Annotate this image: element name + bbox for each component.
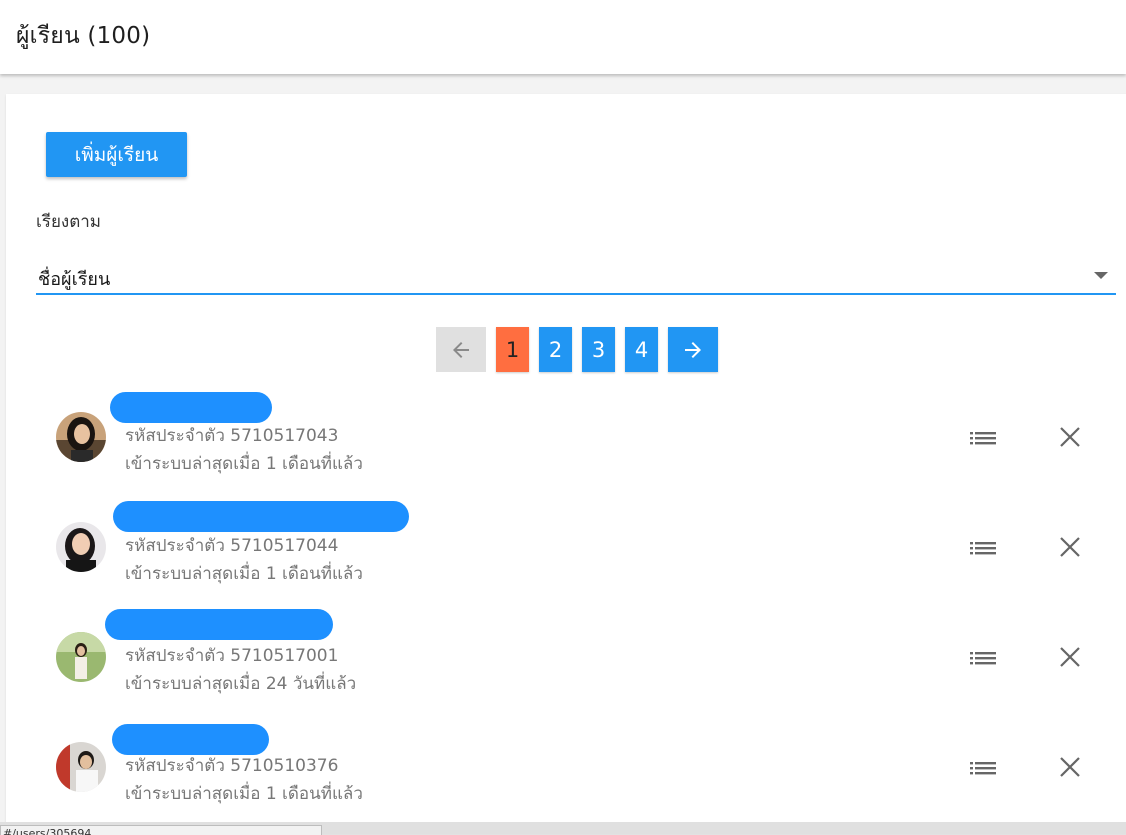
add-student-button[interactable]: เพิ่มผู้เรียน	[46, 132, 187, 177]
page-button-3[interactable]: 3	[582, 327, 615, 372]
page-button-1[interactable]: 1	[496, 327, 529, 372]
page-title: ผู้เรียน (100)	[16, 23, 151, 49]
close-icon[interactable]	[1059, 536, 1081, 558]
list-icon[interactable]	[970, 650, 996, 670]
dropdown-arrow-icon	[1094, 272, 1108, 279]
list-icon[interactable]	[970, 430, 996, 450]
student-avatar	[56, 632, 106, 682]
close-icon[interactable]	[1059, 426, 1081, 448]
student-avatar	[56, 742, 106, 792]
student-name-redacted	[105, 609, 333, 640]
student-last-login: เข้าระบบล่าสุดเมื่อ 1 เดือนที่แล้ว	[125, 784, 363, 804]
list-icon[interactable]	[970, 760, 996, 780]
student-last-login: เข้าระบบล่าสุดเมื่อ 24 วันที่แล้ว	[125, 674, 357, 694]
arrow-right-icon	[685, 341, 701, 358]
student-list-item: รหัสประจำตัว 5710517044 เข้าระบบล่าสุดเม…	[6, 500, 1126, 610]
list-icon[interactable]	[970, 540, 996, 560]
student-name-redacted	[112, 724, 269, 755]
prev-page-button[interactable]	[436, 327, 486, 372]
close-icon[interactable]	[1059, 646, 1081, 668]
student-id: รหัสประจำตัว 5710517043	[125, 426, 339, 446]
arrow-left-icon	[453, 341, 469, 358]
student-list-item: รหัสประจำตัว 5710517043 เข้าระบบล่าสุดเม…	[6, 390, 1126, 500]
student-avatar	[56, 522, 106, 572]
sort-label: เรียงตาม	[36, 212, 101, 232]
sort-selected-value: ชื่อผู้เรียน	[38, 269, 111, 290]
student-last-login: เข้าระบบล่าสุดเมื่อ 1 เดือนที่แล้ว	[125, 564, 363, 584]
student-last-login: เข้าระบบล่าสุดเมื่อ 1 เดือนที่แล้ว	[125, 454, 363, 474]
page-button-2[interactable]: 2	[539, 327, 572, 372]
student-id: รหัสประจำตัว 5710517001	[125, 646, 339, 666]
student-name-redacted	[113, 501, 409, 532]
student-list-item: รหัสประจำตัว 5710510376 เข้าระบบล่าสุดเม…	[6, 720, 1126, 830]
close-icon[interactable]	[1059, 756, 1081, 778]
app-header: ผู้เรียน (100)	[0, 0, 1126, 74]
student-id: รหัสประจำตัว 5710517044	[125, 536, 339, 556]
sort-select[interactable]: ชื่อผู้เรียน	[36, 258, 1116, 295]
student-id: รหัสประจำตัว 5710510376	[125, 756, 339, 776]
student-avatar	[56, 412, 106, 462]
pagination: 1 2 3 4	[436, 327, 728, 372]
students-card: เพิ่มผู้เรียน เรียงตาม ชื่อผู้เรียน 1 2 …	[6, 94, 1126, 834]
page-button-4[interactable]: 4	[625, 327, 658, 372]
student-list-item: รหัสประจำตัว 5710517001 เข้าระบบล่าสุดเม…	[6, 609, 1126, 720]
next-page-button[interactable]	[668, 327, 718, 372]
student-name-redacted	[110, 392, 272, 423]
